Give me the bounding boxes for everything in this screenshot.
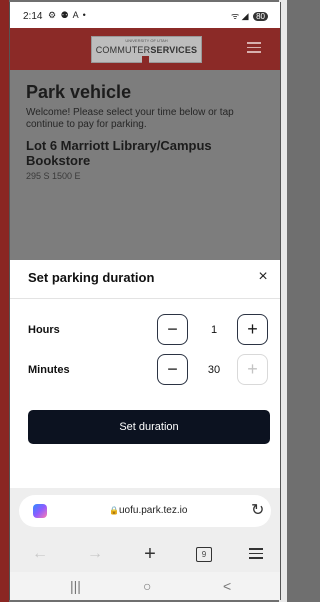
close-icon[interactable]: × bbox=[255, 269, 271, 285]
copilot-icon[interactable] bbox=[33, 504, 47, 518]
forward-arrow-icon[interactable]: → bbox=[85, 542, 105, 566]
status-time: 2:14 bbox=[23, 11, 43, 22]
browser-menu-icon[interactable] bbox=[249, 548, 263, 560]
phone-screen: 2:14 ⚙ ⚉ A • ᯤ ◢ 80 UNIVERSITY OF UTAH C… bbox=[9, 2, 281, 600]
browser-toolbar: ← → + 9 bbox=[10, 542, 280, 566]
commuter-services-logo[interactable]: UNIVERSITY OF UTAH COMMUTERSERVICES bbox=[91, 36, 202, 63]
tab-count-icon[interactable]: 9 bbox=[196, 547, 212, 562]
background-edge-left bbox=[0, 0, 9, 602]
welcome-text: Welcome! Please select your time below o… bbox=[26, 107, 234, 130]
address-bar[interactable]: 🔒 uofu.park.tez.io ↻ bbox=[19, 495, 271, 527]
hours-decrement-button[interactable]: − bbox=[157, 314, 188, 345]
minutes-decrement-button[interactable]: − bbox=[157, 354, 188, 385]
lot-address: 295 S 1500 E bbox=[26, 171, 81, 181]
status-bar: 2:14 ⚙ ⚉ A • ᯤ ◢ 80 bbox=[10, 2, 280, 28]
logo-university-text: UNIVERSITY OF UTAH bbox=[125, 38, 168, 43]
logo-text-right: SERVICES bbox=[150, 45, 198, 55]
back-arrow-icon[interactable]: ← bbox=[30, 542, 50, 566]
screenshot-frame: 2:14 ⚙ ⚉ A • ᯤ ◢ 80 UNIVERSITY OF UTAH C… bbox=[0, 0, 287, 602]
page-title: Park vehicle bbox=[26, 82, 132, 102]
hamburger-menu-icon[interactable] bbox=[247, 42, 261, 54]
battery-icon: 80 bbox=[253, 12, 268, 21]
status-right: ᯤ ◢ 80 bbox=[231, 9, 268, 22]
notification-icons: ⚙ ⚉ A • bbox=[48, 10, 87, 20]
new-tab-icon[interactable]: + bbox=[139, 542, 161, 566]
browser-chrome: 🔒 uofu.park.tez.io ↻ ← → + 9 ||| ○ < bbox=[10, 488, 280, 600]
url-text[interactable]: uofu.park.tez.io bbox=[119, 505, 187, 516]
page-content-dimmed: Park vehicle Welcome! Please select your… bbox=[10, 70, 280, 260]
signal-icon: ᯤ ◢ bbox=[230, 11, 249, 21]
lot-name: Lot 6 Marriott Library/Campus Bookstore bbox=[26, 138, 212, 168]
minutes-label: Minutes bbox=[28, 364, 70, 376]
logo-text: COMMUTERSERVICES bbox=[92, 45, 201, 55]
utah-u-icon bbox=[142, 56, 149, 63]
parking-duration-sheet: Set parking duration × Hours − 1 + Minut… bbox=[10, 260, 280, 488]
logo-text-left: COMMUTER bbox=[95, 45, 151, 55]
recents-icon[interactable]: ||| bbox=[70, 578, 81, 594]
set-duration-button[interactable]: Set duration bbox=[28, 410, 270, 444]
reload-icon[interactable]: ↻ bbox=[251, 500, 264, 520]
home-icon[interactable]: ○ bbox=[143, 578, 151, 594]
system-navigation-bar: ||| ○ < bbox=[10, 572, 280, 600]
hours-increment-button[interactable]: + bbox=[237, 314, 268, 345]
minutes-increment-button[interactable]: + bbox=[237, 354, 268, 385]
site-header: UNIVERSITY OF UTAH COMMUTERSERVICES bbox=[10, 28, 280, 70]
sheet-title: Set parking duration bbox=[28, 270, 155, 285]
divider bbox=[10, 298, 280, 299]
lock-icon: 🔒 bbox=[109, 506, 119, 515]
minutes-value: 30 bbox=[207, 364, 221, 376]
system-back-icon[interactable]: < bbox=[223, 578, 231, 594]
hours-label: Hours bbox=[28, 324, 60, 336]
hours-value: 1 bbox=[210, 324, 218, 336]
